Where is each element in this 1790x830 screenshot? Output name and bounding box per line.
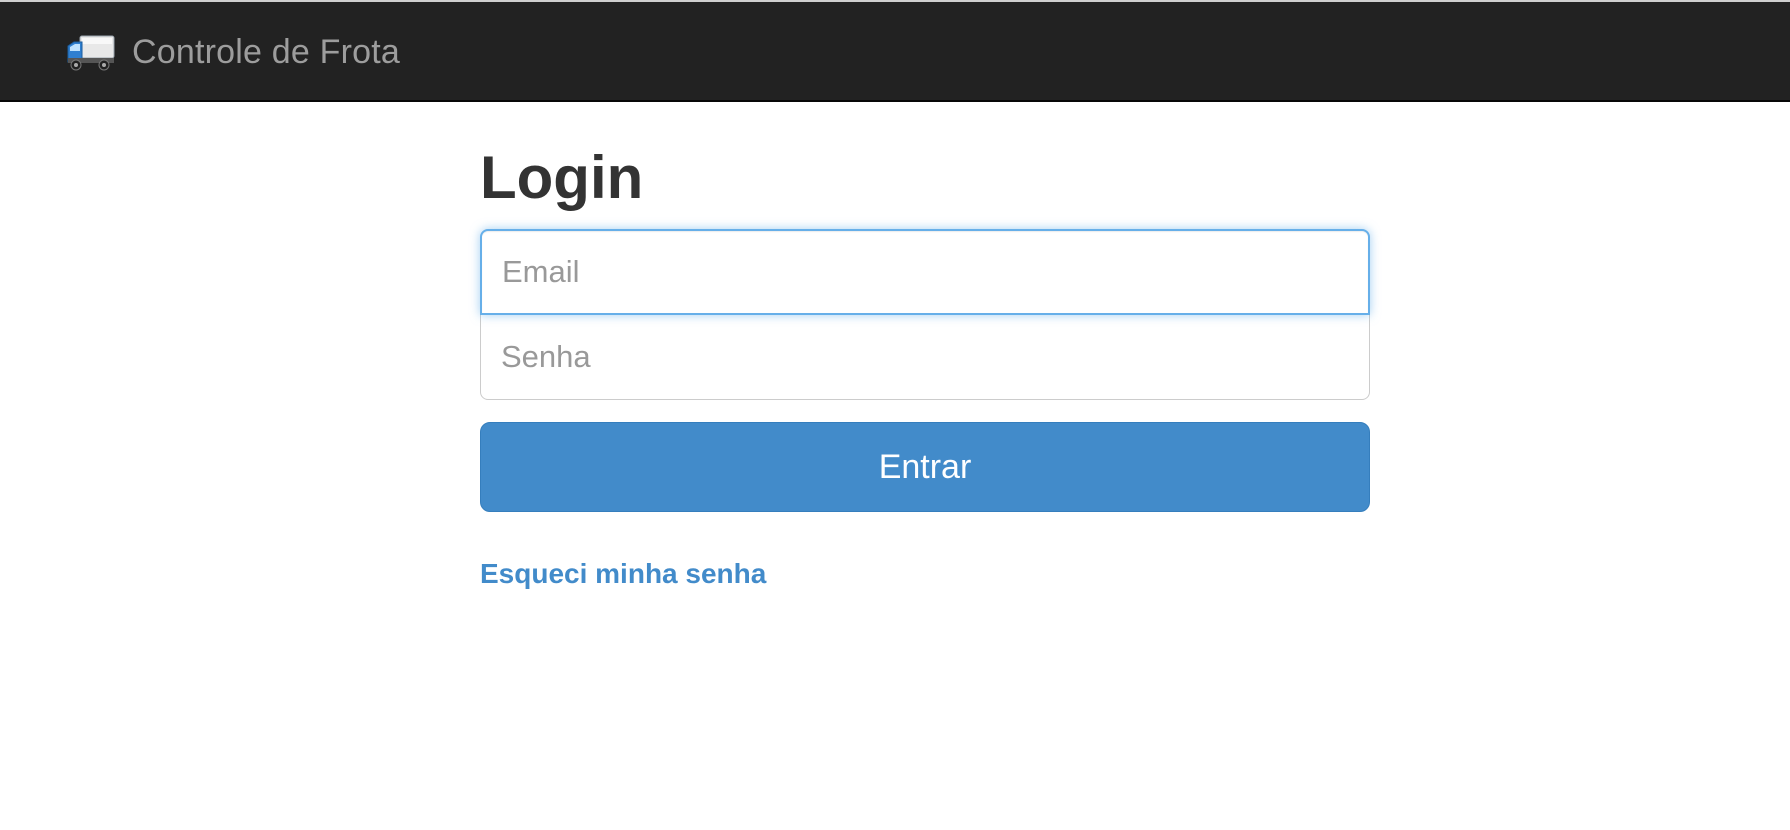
page-title: Login bbox=[480, 144, 644, 211]
brand-title: Controle de Frota bbox=[132, 33, 400, 71]
truck-icon bbox=[66, 32, 116, 72]
login-submit-button[interactable]: Entrar bbox=[480, 422, 1370, 512]
password-field[interactable] bbox=[480, 314, 1370, 400]
forgot-password-link[interactable]: Esqueci minha senha bbox=[480, 554, 766, 594]
top-navbar: Controle de Frota bbox=[0, 0, 1790, 102]
email-field[interactable] bbox=[480, 229, 1370, 315]
brand-link[interactable]: Controle de Frota bbox=[66, 24, 400, 80]
